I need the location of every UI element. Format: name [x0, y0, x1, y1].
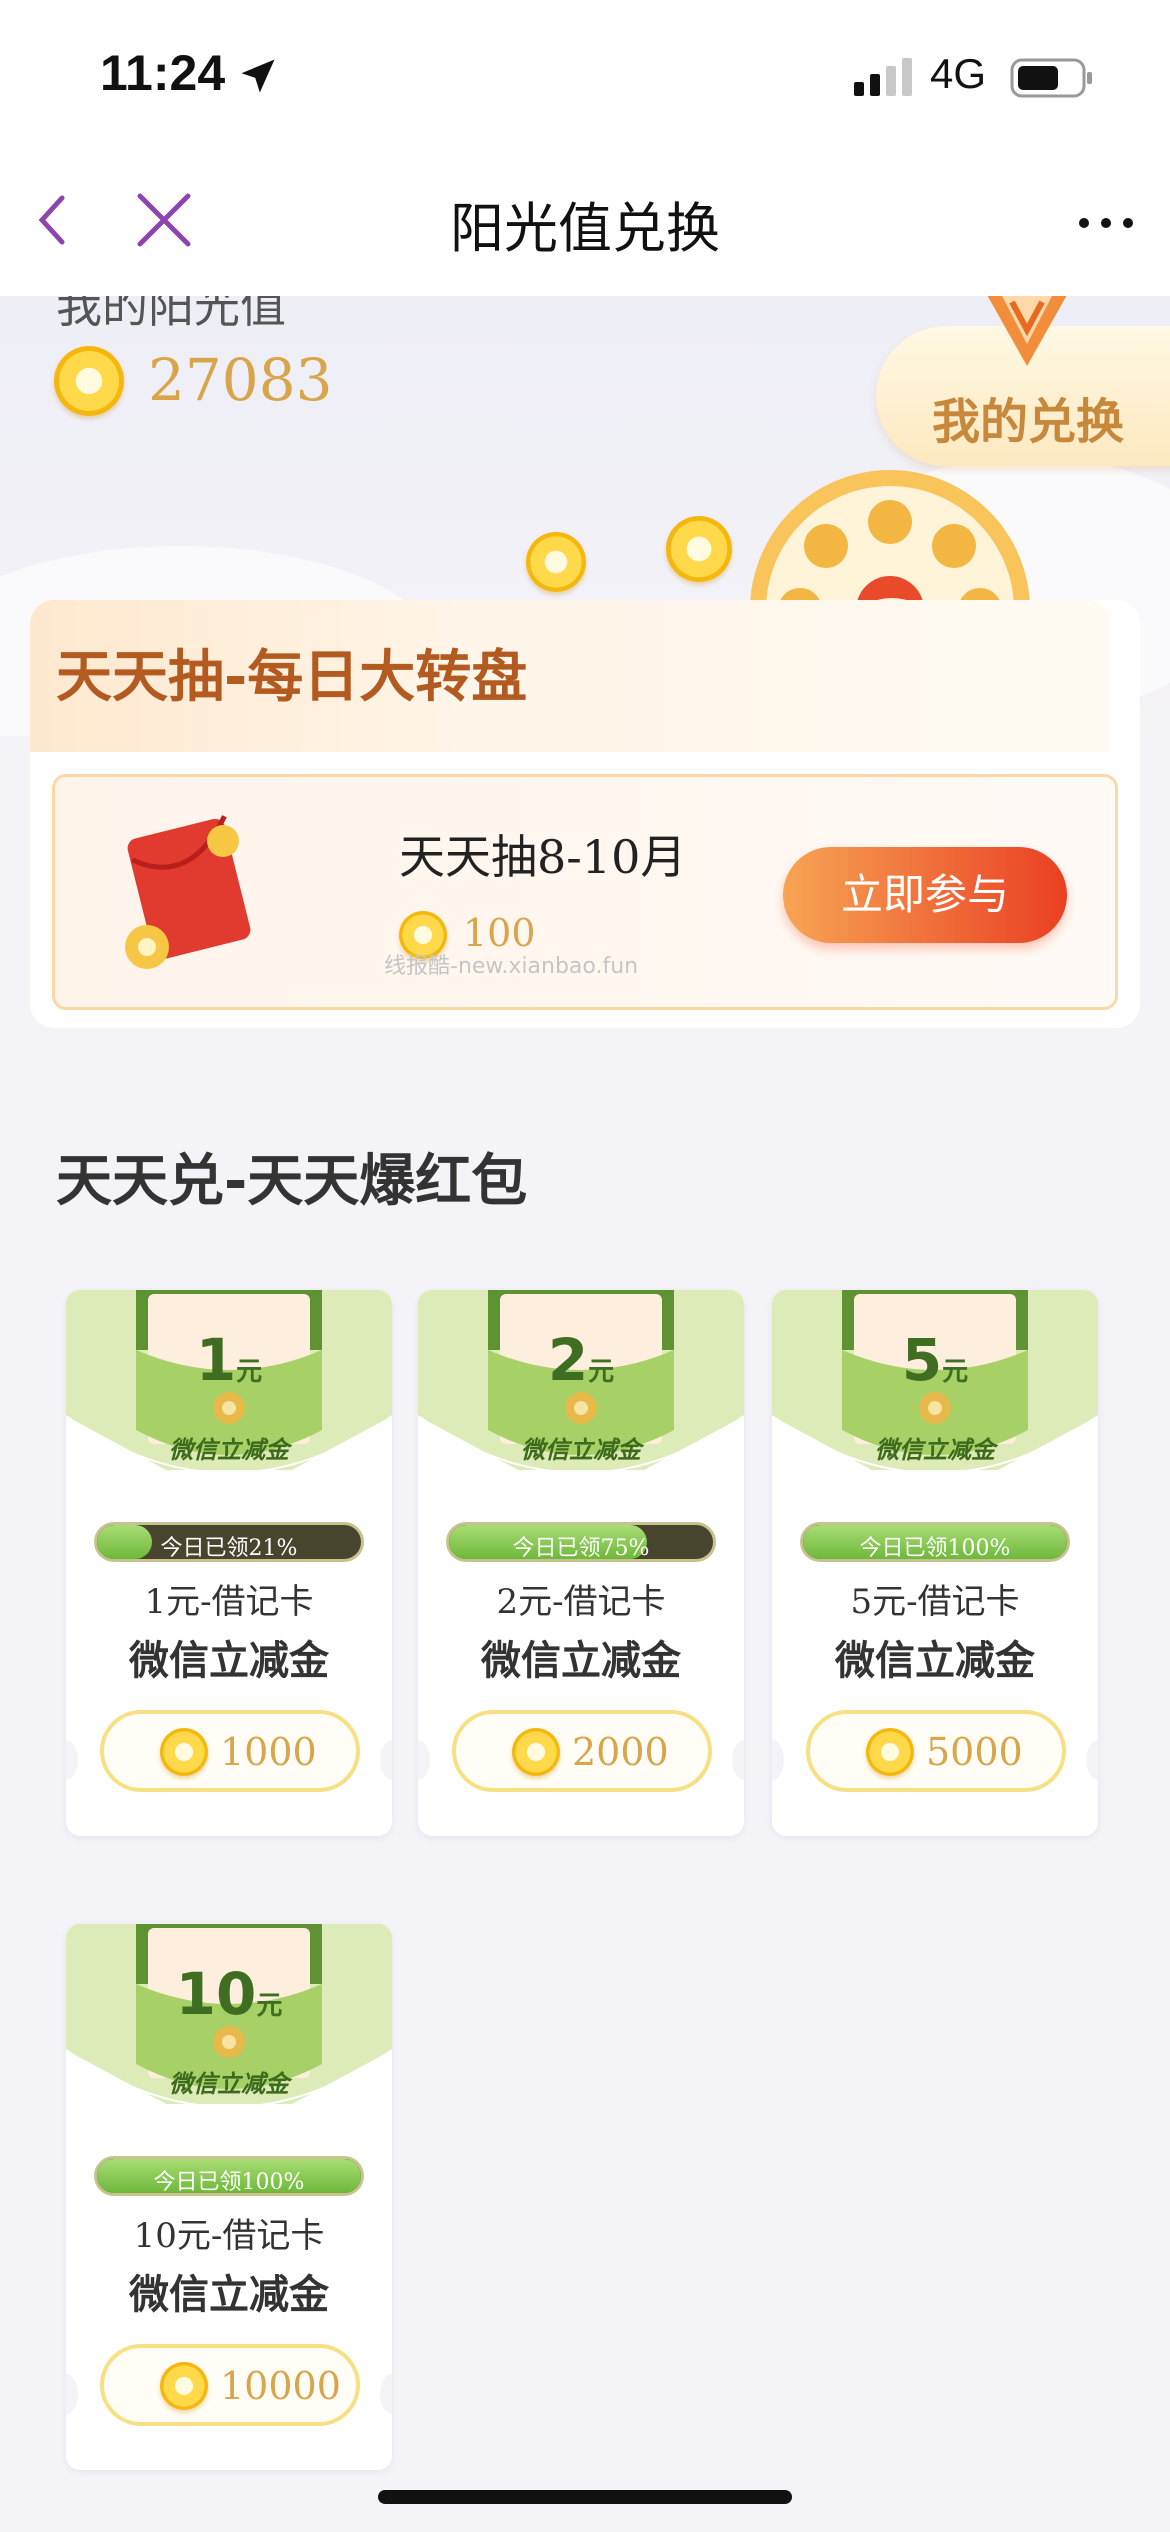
- card-denomination: 10元: [66, 1960, 392, 2028]
- denomination-number: 1: [195, 1326, 237, 1394]
- join-button[interactable]: 立即参与: [783, 847, 1067, 943]
- page-title: 阳光值兑换: [450, 197, 720, 260]
- envelope-label: 微信立减金: [169, 2070, 289, 2098]
- card-name: 微信立减金: [129, 2272, 329, 2318]
- sun-coin-icon: [866, 1728, 914, 1776]
- redeem-price-button[interactable]: 10000: [100, 2344, 360, 2426]
- redeem-price-button[interactable]: 1000: [100, 1710, 360, 1792]
- claim-progress-bar: 今日已领75%: [446, 1522, 716, 1562]
- denomination-unit: 元: [588, 1357, 615, 1387]
- home-indicator: [378, 2490, 792, 2504]
- card-notch: [732, 1740, 744, 1780]
- envelope-label: 微信立减金: [169, 1436, 289, 1464]
- claim-progress-bar: 今日已领100%: [94, 2156, 364, 2196]
- status-time: 11:24: [100, 45, 226, 101]
- claim-progress-bar: 今日已领100%: [800, 1522, 1070, 1562]
- balance-value: 27083: [148, 346, 333, 414]
- my-exchange-button[interactable]: 我的兑换: [876, 296, 1170, 466]
- card-name: 微信立减金: [835, 1638, 1035, 1684]
- signal-icon: [854, 58, 912, 96]
- claim-progress-text: 今日已领75%: [512, 1536, 650, 1561]
- battery-icon: [1010, 58, 1092, 98]
- card-subtitle: 5元-借记卡: [850, 1582, 1020, 1622]
- card-name: 微信立减金: [129, 1638, 329, 1684]
- card-notch: [380, 2374, 392, 2414]
- card-denomination: 1元: [66, 1326, 392, 1394]
- denomination-unit: 元: [256, 1991, 283, 2021]
- exchange-card[interactable]: 5元 微信立减金 今日已领100% 5元-借记卡 微信立减金 5000: [772, 1290, 1098, 1836]
- card-denomination: 2元: [418, 1326, 744, 1394]
- card-denomination: 5元: [772, 1326, 1098, 1394]
- exchange-card[interactable]: 10元 微信立减金 今日已领100% 10元-借记卡 微信立减金 10000: [66, 1924, 392, 2470]
- card-notch: [380, 1740, 392, 1780]
- redeem-price: 2000: [572, 1730, 669, 1774]
- network-label: 4G: [930, 50, 987, 97]
- nav-bar: 阳光值兑换: [0, 150, 1170, 296]
- denomination-unit: 元: [236, 1357, 263, 1387]
- more-icon[interactable]: [1076, 208, 1136, 238]
- sun-coin-icon: [512, 1728, 560, 1776]
- card-notch: [1086, 1740, 1098, 1780]
- sun-coin-icon: [160, 1728, 208, 1776]
- claim-progress-bar: 今日已领21%: [94, 1522, 364, 1562]
- redeem-price-button[interactable]: 2000: [452, 1710, 712, 1792]
- balance-label: 我的阳光值: [56, 296, 286, 333]
- my-exchange-label: 我的兑换: [932, 394, 1125, 450]
- card-notch: [66, 2374, 78, 2414]
- location-arrow-icon: [241, 59, 275, 93]
- denomination-unit: 元: [942, 1357, 969, 1387]
- sun-coin-icon: [160, 2362, 208, 2410]
- exchange-card[interactable]: 1元 微信立减金 今日已领21% 1元-借记卡 微信立减金 1000: [66, 1290, 392, 1836]
- card-notch: [772, 1740, 784, 1780]
- card-notch: [66, 1740, 78, 1780]
- card-notch: [418, 1740, 430, 1780]
- watermark-text: 线报酷-new.xianbao.fun: [384, 954, 639, 979]
- claim-progress-text: 今日已领100%: [153, 2170, 305, 2195]
- red-packet-icon: [125, 815, 251, 969]
- card-subtitle: 1元-借记卡: [144, 1582, 314, 1622]
- status-bar: 11:24 4G: [0, 0, 1170, 150]
- claim-progress-text: 今日已领100%: [859, 1536, 1011, 1561]
- exchange-card[interactable]: 2元 微信立减金 今日已领75% 2元-借记卡 微信立减金 2000: [418, 1290, 744, 1836]
- denomination-number: 2: [547, 1326, 589, 1394]
- envelope-label: 微信立减金: [521, 1436, 641, 1464]
- card-subtitle: 10元-借记卡: [133, 2216, 325, 2256]
- exchange-section-title: 天天兑-天天爆红包: [56, 1149, 528, 1214]
- card-name: 微信立减金: [481, 1638, 681, 1684]
- v-badge-icon: [987, 296, 1067, 366]
- denomination-number: 5: [901, 1326, 943, 1394]
- card-subtitle: 2元-借记卡: [496, 1582, 666, 1622]
- sun-coin-icon: [54, 346, 124, 416]
- redeem-price: 1000: [220, 1730, 317, 1774]
- lottery-section-title: 天天抽-每日大转盘: [56, 645, 528, 710]
- denomination-number: 10: [175, 1960, 257, 2028]
- redeem-price: 5000: [926, 1730, 1023, 1774]
- redeem-price-button[interactable]: 5000: [806, 1710, 1066, 1792]
- sun-coin-icon: [526, 532, 586, 592]
- claim-progress-text: 今日已领21%: [160, 1536, 298, 1561]
- envelope-label: 微信立减金: [875, 1436, 995, 1464]
- redeem-price: 10000: [220, 2364, 341, 2408]
- lottery-item-name: 天天抽8-10月: [399, 830, 687, 884]
